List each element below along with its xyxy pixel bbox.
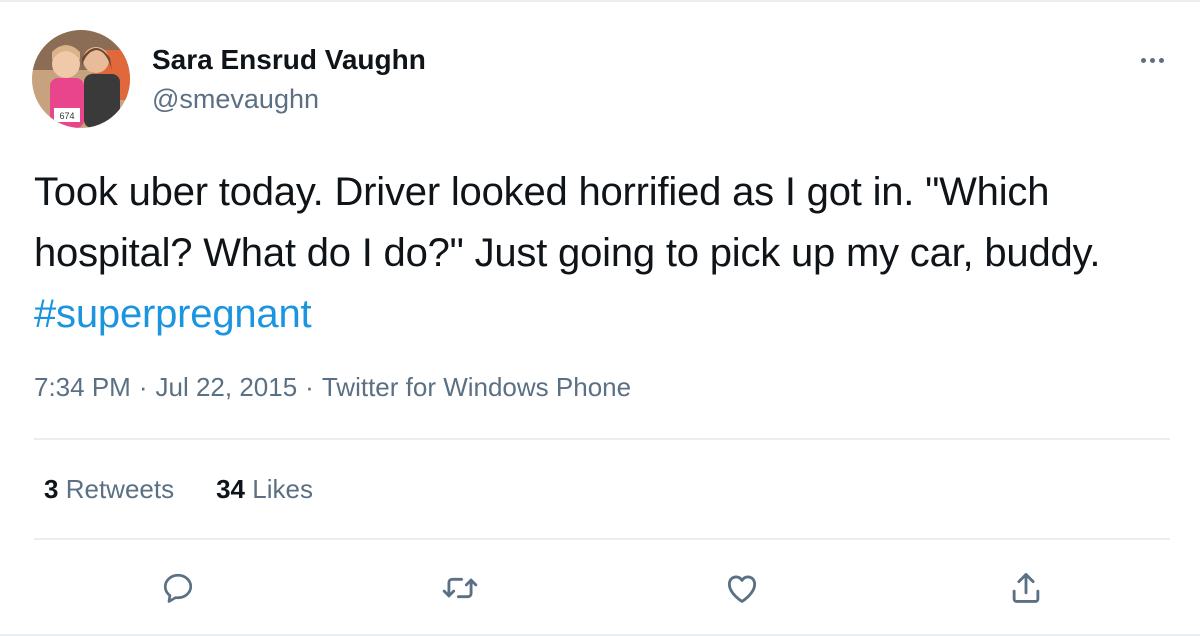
- svg-text:674: 674: [59, 111, 74, 121]
- display-name[interactable]: Sara Ensrud Vaughn: [152, 44, 426, 76]
- retweets-count: 3: [44, 474, 59, 504]
- tweet-body: Took uber today. Driver looked horrified…: [34, 170, 1101, 275]
- tweet-text: Took uber today. Driver looked horrified…: [34, 162, 1164, 345]
- meta-separator: ·: [138, 372, 148, 402]
- share-icon: [1012, 573, 1040, 603]
- likes-label: Likes: [252, 474, 313, 504]
- avatar-photo-icon: 674: [32, 30, 130, 128]
- engagement-stats: 3 Retweets 34 Likes: [44, 474, 313, 505]
- tweet-metadata: 7:34 PM · Jul 22, 2015 · Twitter for Windows…: [34, 372, 631, 403]
- tweet-time[interactable]: 7:34 PM: [34, 372, 131, 402]
- divider: [34, 438, 1170, 440]
- retweets-stat[interactable]: 3 Retweets: [44, 474, 174, 505]
- reply-icon: [163, 573, 193, 603]
- divider: [34, 538, 1170, 540]
- more-dot: [1149, 57, 1155, 63]
- like-icon: [727, 575, 757, 603]
- user-handle[interactable]: @smevaughn: [152, 84, 319, 115]
- likes-count: 34: [216, 474, 246, 504]
- hashtag-link[interactable]: #superpregnant: [34, 292, 312, 336]
- avatar[interactable]: 674: [32, 30, 130, 128]
- more-dot: [1140, 57, 1146, 63]
- share-button[interactable]: [1006, 568, 1046, 608]
- tweet-source[interactable]: Twitter for Windows Phone: [322, 372, 631, 402]
- retweet-button[interactable]: [440, 568, 480, 608]
- likes-stat[interactable]: 34 Likes: [216, 474, 313, 505]
- like-button[interactable]: [722, 568, 762, 608]
- retweets-label: Retweets: [65, 474, 175, 504]
- retweet-icon: [442, 577, 478, 599]
- more-options-icon[interactable]: [1132, 46, 1172, 74]
- more-dot: [1158, 57, 1164, 63]
- meta-separator: ·: [305, 372, 314, 402]
- reply-button[interactable]: [158, 568, 198, 608]
- tweet-date[interactable]: Jul 22, 2015: [156, 372, 298, 402]
- tweet-card: 674 Sara Ensrud Vaughn @smevaughn Took u…: [0, 0, 1200, 636]
